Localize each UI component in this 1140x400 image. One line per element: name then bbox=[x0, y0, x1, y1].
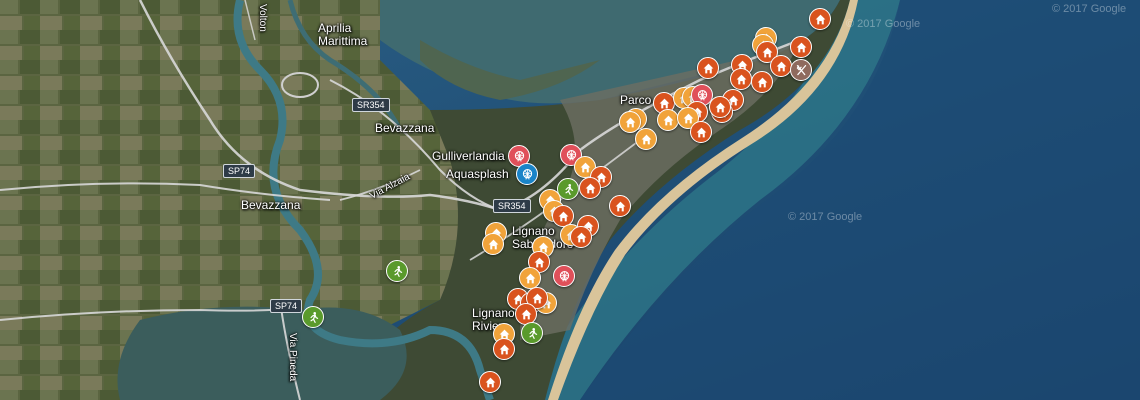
campsite-marker[interactable] bbox=[519, 267, 541, 289]
road-shield-sp74-a: SP74 bbox=[223, 164, 256, 178]
house-icon bbox=[756, 76, 769, 89]
waterpark-marker[interactable] bbox=[516, 163, 538, 185]
ferris-wheel-icon bbox=[513, 150, 526, 163]
hotel-marker[interactable] bbox=[790, 36, 812, 58]
house-icon bbox=[487, 238, 500, 251]
ferris-wheel-icon bbox=[696, 89, 709, 102]
label-volton: Volton bbox=[257, 4, 268, 32]
road-shield-sp74-b: SP74 bbox=[270, 299, 303, 313]
attraction-marker[interactable] bbox=[553, 265, 575, 287]
house-icon bbox=[524, 272, 537, 285]
house-icon bbox=[579, 161, 592, 174]
running-person-icon bbox=[307, 311, 320, 324]
house-icon bbox=[775, 60, 788, 73]
hotel-marker[interactable] bbox=[690, 121, 712, 143]
campsite-marker[interactable] bbox=[482, 233, 504, 255]
ferris-wheel-icon bbox=[558, 270, 571, 283]
campsite-marker[interactable] bbox=[635, 128, 657, 150]
restaurant-marker[interactable] bbox=[790, 59, 812, 81]
house-icon bbox=[533, 256, 546, 269]
house-icon bbox=[761, 46, 774, 59]
sport-marker[interactable] bbox=[521, 322, 543, 344]
house-icon bbox=[658, 97, 671, 110]
hotel-marker[interactable] bbox=[751, 71, 773, 93]
south-lagoon bbox=[117, 306, 407, 400]
hotel-marker[interactable] bbox=[730, 68, 752, 90]
hotel-marker[interactable] bbox=[493, 338, 515, 360]
hotel-marker[interactable] bbox=[609, 195, 631, 217]
ferris-wheel-icon bbox=[521, 168, 534, 181]
copyright-2: © 2017 Google bbox=[846, 18, 921, 30]
house-icon bbox=[714, 101, 727, 114]
campsite-marker[interactable] bbox=[619, 111, 641, 133]
house-icon bbox=[575, 231, 588, 244]
house-icon bbox=[614, 200, 627, 213]
road-shield-sr354-north: SR354 bbox=[352, 98, 390, 112]
label-via-pineda: Via Pineda bbox=[287, 333, 298, 382]
hotel-marker[interactable] bbox=[697, 57, 719, 79]
hotel-marker[interactable] bbox=[709, 96, 731, 118]
house-icon bbox=[531, 292, 544, 305]
house-icon bbox=[814, 13, 827, 26]
house-icon bbox=[624, 116, 637, 129]
label-parco: Parco bbox=[620, 93, 652, 107]
house-icon bbox=[557, 210, 570, 223]
hotel-marker[interactable] bbox=[770, 55, 792, 77]
house-icon bbox=[735, 73, 748, 86]
house-icon bbox=[498, 343, 511, 356]
sport-marker[interactable] bbox=[302, 306, 324, 328]
house-icon bbox=[695, 126, 708, 139]
running-person-icon bbox=[526, 327, 539, 340]
label-aquasplash: Aquasplash bbox=[446, 167, 509, 181]
label-bevazzana-north: Bevazzana bbox=[375, 121, 435, 135]
house-icon bbox=[484, 376, 497, 389]
hotel-marker[interactable] bbox=[479, 371, 501, 393]
hotel-marker[interactable] bbox=[570, 226, 592, 248]
hotel-marker[interactable] bbox=[809, 8, 831, 30]
house-icon bbox=[520, 308, 533, 321]
copyright-1: © 2017 Google bbox=[1052, 3, 1127, 15]
road-shield-sr354-south: SR354 bbox=[493, 199, 531, 213]
house-icon bbox=[584, 182, 597, 195]
label-bevazzana-west: Bevazzana bbox=[241, 198, 301, 212]
label-gulliverlandia: Gulliverlandia bbox=[432, 149, 505, 163]
campsite-marker[interactable] bbox=[657, 109, 679, 131]
fork-knife-icon bbox=[795, 64, 808, 77]
satellite-map[interactable] bbox=[0, 0, 1140, 400]
house-icon bbox=[682, 112, 695, 125]
house-icon bbox=[795, 41, 808, 54]
sport-marker[interactable] bbox=[386, 260, 408, 282]
running-person-icon bbox=[562, 183, 575, 196]
house-icon bbox=[662, 114, 675, 127]
label-aprilia-marittima: Aprilia Marittima bbox=[318, 21, 368, 48]
running-person-icon bbox=[391, 265, 404, 278]
hotel-marker[interactable] bbox=[579, 177, 601, 199]
house-icon bbox=[640, 133, 653, 146]
copyright-3: © 2017 Google bbox=[788, 211, 863, 223]
house-icon bbox=[702, 62, 715, 75]
